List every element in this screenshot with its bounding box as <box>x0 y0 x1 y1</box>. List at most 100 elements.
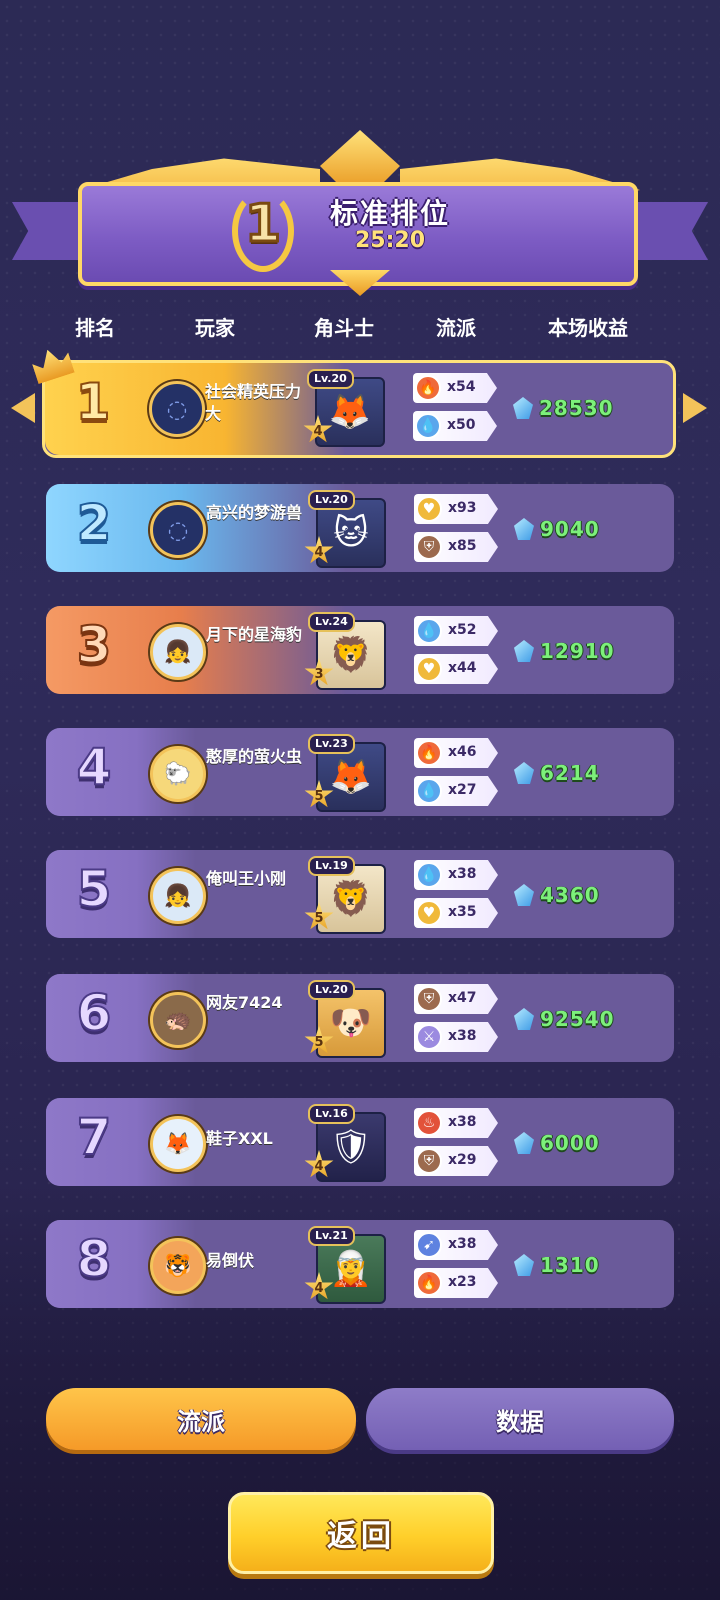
hero-card[interactable]: 🛡 Lv.16 4 <box>304 1104 386 1182</box>
gem-icon <box>514 1254 534 1276</box>
faction-tag[interactable]: ♨ x38 <box>414 1108 498 1138</box>
faction-tag[interactable]: ♥ x93 <box>414 494 498 524</box>
player-avatar[interactable]: ◌ <box>150 502 206 558</box>
gem-icon <box>514 640 534 662</box>
player-name: 社会精英压力大 <box>205 382 302 423</box>
earnings: 9040 <box>514 514 600 544</box>
water-drop-icon: 💧 <box>416 862 442 888</box>
faction-tag[interactable]: 💧 x50 <box>413 411 497 441</box>
faction-tag[interactable]: ♥ x44 <box>414 654 498 684</box>
player-avatar[interactable]: 👧 <box>150 624 206 680</box>
rank-number: 2 <box>76 493 113 553</box>
col-rank: 排名 <box>75 316 115 340</box>
hero-card[interactable]: 🦁 Lv.19 5 <box>304 856 386 934</box>
sheep-avatar-icon: 🐑 <box>164 761 192 787</box>
earnings-value: 4360 <box>540 883 600 907</box>
col-earnings: 本场收益 <box>548 316 628 340</box>
tab-data[interactable]: 数据 <box>366 1388 674 1450</box>
earnings-value: 9040 <box>540 517 600 541</box>
faction-count: x44 <box>448 660 477 676</box>
player-avatar[interactable]: ◌ <box>149 381 205 437</box>
player-name: 鞋子XXL <box>206 1129 273 1148</box>
faction-count: x54 <box>447 379 476 395</box>
hero-card[interactable]: 🦊 Lv.23 5 <box>304 734 386 812</box>
fire-icon: 🔥 <box>416 1270 442 1296</box>
player-avatar[interactable]: 🐯 <box>150 1238 206 1294</box>
faction-tag[interactable]: ⛨ x47 <box>414 984 498 1014</box>
player-name: 憨厚的萤火虫 <box>206 747 303 766</box>
player-avatar[interactable]: 👧 <box>150 868 206 924</box>
hero-card[interactable]: 🐱 Lv.20 4 <box>304 490 386 568</box>
ranking-row-3[interactable]: 3 👧 月下的星海豹 🦁 Lv.24 3 💧 x52 ♥ x44 12910 <box>46 606 674 694</box>
column-headers: 排名 玩家 角斗士 流派 本场收益 <box>0 312 720 342</box>
faction-tag[interactable]: ➹ x38 <box>414 1230 498 1260</box>
fire-icon: 🔥 <box>415 375 441 401</box>
heart-icon: ♥ <box>416 496 442 522</box>
earnings-value: 12910 <box>540 639 615 663</box>
water-drop-icon: 💧 <box>416 618 442 644</box>
player-avatar[interactable]: 🦔 <box>150 992 206 1048</box>
fox-mask-avatar-icon: 🦊 <box>164 1131 192 1157</box>
earnings: 4360 <box>514 880 600 910</box>
rank-number: 4 <box>76 737 113 797</box>
gem-icon <box>514 1132 534 1154</box>
tiger-avatar-icon: 🐯 <box>164 1253 192 1279</box>
faction-tag[interactable]: ⛨ x85 <box>414 532 498 562</box>
rank-number: 8 <box>76 1229 113 1289</box>
earnings: 92540 <box>514 1004 615 1034</box>
faction-tag[interactable]: ⚔ x38 <box>414 1022 498 1052</box>
hero-level: Lv.20 <box>307 369 354 389</box>
hero-level: Lv.21 <box>308 1226 355 1246</box>
hero-card[interactable]: 🐶 Lv.20 5 <box>304 980 386 1058</box>
match-time: 25:20 <box>354 228 426 253</box>
hero-card[interactable]: 🦊 Lv.20 4 <box>303 369 385 447</box>
faction-tag[interactable]: 🔥 x46 <box>414 738 498 768</box>
earnings-value: 1310 <box>540 1253 600 1277</box>
hero-level: Lv.24 <box>308 612 355 632</box>
flame-icon: ♨ <box>416 1110 442 1136</box>
ranking-row-6[interactable]: 6 🦔 网友7424 🐶 Lv.20 5 ⛨ x47 ⚔ x38 92540 <box>46 974 674 1062</box>
hero-card[interactable]: 🧝 Lv.21 4 <box>304 1226 386 1304</box>
player-avatar[interactable]: 🦊 <box>150 1116 206 1172</box>
ranking-row-4[interactable]: 4 🐑 憨厚的萤火虫 🦊 Lv.23 5 🔥 x46 💧 x27 6214 <box>46 728 674 816</box>
earnings: 12910 <box>514 636 615 666</box>
hero-level: Lv.20 <box>308 980 355 1000</box>
ranking-row-2[interactable]: 2 ◌ 高兴的梦游兽 🐱 Lv.20 4 ♥ x93 ⛨ x85 9040 <box>46 484 674 572</box>
faction-count: x38 <box>448 1028 477 1044</box>
player-avatar[interactable]: 🐑 <box>150 746 206 802</box>
hero-card[interactable]: 🦁 Lv.24 3 <box>304 612 386 690</box>
earnings: 6000 <box>514 1128 600 1158</box>
player-name: 月下的星海豹 <box>206 625 303 644</box>
faction-tag[interactable]: 💧 x52 <box>414 616 498 646</box>
faction-count: x93 <box>448 500 477 516</box>
gem-icon <box>514 518 534 540</box>
faction-tag[interactable]: 💧 x38 <box>414 860 498 890</box>
hero-level: Lv.16 <box>308 1104 355 1124</box>
ranking-row-5[interactable]: 5 👧 俺叫王小刚 🦁 Lv.19 5 💧 x38 ♥ x35 4360 <box>46 850 674 938</box>
faction-count: x29 <box>448 1152 477 1168</box>
faction-tag[interactable]: ♥ x35 <box>414 898 498 928</box>
faction-tag[interactable]: 🔥 x54 <box>413 373 497 403</box>
girl-avatar-icon: 👧 <box>164 883 192 909</box>
water-drop-icon: 💧 <box>415 413 441 439</box>
back-button[interactable]: 返回 <box>228 1492 494 1574</box>
hedgehog-avatar-icon: 🦔 <box>164 1007 192 1033</box>
heart-icon: ♥ <box>416 656 442 682</box>
ranking-row-1[interactable]: 1 ◌ 社会精英压力大 🦊 Lv.20 4 🔥 x54 💧 x50 28530 <box>11 360 707 458</box>
faction-count: x46 <box>448 744 477 760</box>
gem-icon <box>514 884 534 906</box>
earnings: 6214 <box>514 758 600 788</box>
faction-tag[interactable]: ⛨ x29 <box>414 1146 498 1176</box>
rank-number: 7 <box>76 1107 113 1167</box>
ranking-row-8[interactable]: 8 🐯 易倒伏 🧝 Lv.21 4 ➹ x38 🔥 x23 1310 <box>46 1220 674 1308</box>
gem-icon <box>513 397 533 419</box>
player-name: 高兴的梦游兽 <box>206 503 303 522</box>
shield-icon: ⛨ <box>416 986 442 1012</box>
rank-number: 3 <box>76 615 113 675</box>
faction-tag[interactable]: 🔥 x23 <box>414 1268 498 1298</box>
tab-faction[interactable]: 流派 <box>46 1388 356 1450</box>
ranking-row-7[interactable]: 7 🦊 鞋子XXL 🛡 Lv.16 4 ♨ x38 ⛨ x29 6000 <box>46 1098 674 1186</box>
faction-tag[interactable]: 💧 x27 <box>414 776 498 806</box>
hero-level: Lv.19 <box>308 856 355 876</box>
earnings-value: 6000 <box>540 1131 600 1155</box>
